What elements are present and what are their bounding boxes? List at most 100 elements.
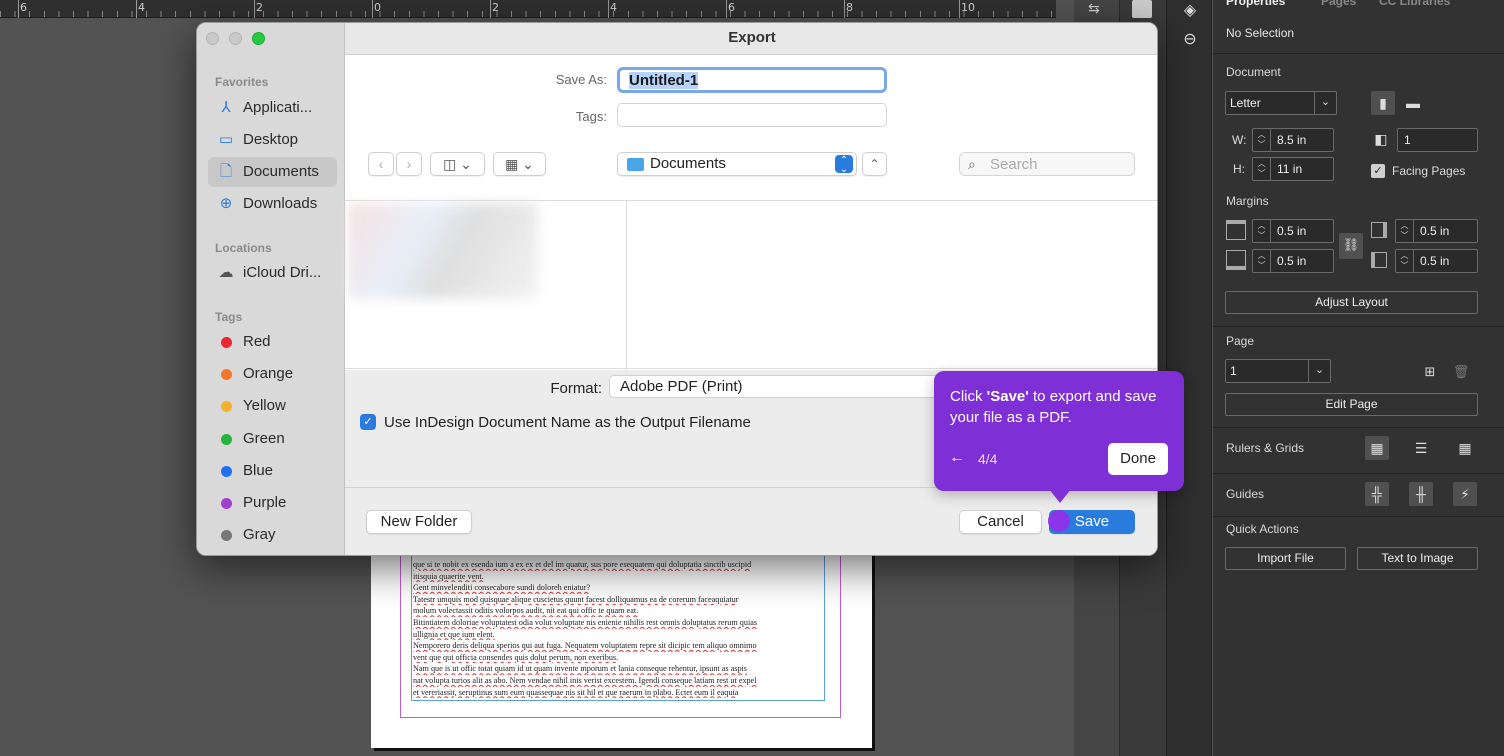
cc-library-icon[interactable] — [1132, 0, 1152, 18]
stepper-icon[interactable]: ︿ ﹀ — [1253, 220, 1271, 242]
landscape-orientation-icon[interactable]: ▬ — [1401, 91, 1425, 115]
text-to-image-button[interactable]: Text to Image — [1357, 547, 1478, 570]
format-select[interactable]: Adobe PDF (Print) — [609, 375, 939, 398]
finder-sidebar: Favorites ⅄ Applicati... ▭ Desktop 🗋 Doc… — [197, 23, 345, 555]
done-button[interactable]: Done — [1108, 443, 1168, 475]
tab-properties[interactable]: Properties — [1226, 0, 1285, 8]
guides-icon[interactable]: ╬ — [1365, 482, 1389, 506]
format-label: Format: — [550, 380, 602, 397]
view-mode-button[interactable]: ◫ ⌄ — [430, 152, 485, 176]
sidebar-item-applications[interactable]: ⅄ Applicati... — [208, 93, 337, 123]
ruler-label: 4 — [610, 1, 617, 14]
sidebar-tag-orange[interactable]: Orange — [208, 359, 337, 389]
cancel-button[interactable]: Cancel — [959, 510, 1042, 534]
margin-bottom-icon — [1226, 250, 1246, 270]
save-as-input[interactable]: Untitled-1 — [617, 67, 887, 93]
portrait-orientation-icon[interactable]: ▮ — [1371, 91, 1395, 115]
ruler-label: 6 — [20, 1, 27, 14]
zoom-window-button[interactable] — [252, 32, 265, 45]
text-line: ullignia et que ium elent. — [413, 629, 495, 639]
ruler-label: 2 — [492, 1, 499, 14]
sidebar-item-label: Red — [243, 333, 271, 350]
add-page-icon[interactable]: ⊞ — [1418, 360, 1442, 384]
new-folder-button[interactable]: New Folder — [366, 510, 472, 534]
ruler-label: 0 — [374, 1, 381, 14]
panel-icon[interactable]: ⇆ — [1088, 0, 1106, 18]
ruler-label: 6 — [728, 1, 735, 14]
text-line: Nemporero deris deliqua sperios qui aut … — [413, 641, 757, 651]
sidebar-item-documents[interactable]: 🗋 Documents — [208, 157, 337, 187]
sidebar-item-downloads[interactable]: ⊕ Downloads — [208, 189, 337, 219]
group-by-button[interactable]: ▦ ⌄ — [493, 152, 546, 176]
page-select[interactable]: 1 ⌄ — [1225, 359, 1331, 383]
edit-page-button[interactable]: Edit Page — [1225, 393, 1478, 416]
stepper-icon[interactable]: ︿ ﹀ — [1253, 250, 1271, 272]
sidebar-tag-green[interactable]: Green — [208, 424, 337, 454]
forward-button[interactable]: › — [396, 152, 422, 176]
tag-color-dot — [221, 337, 232, 348]
page-section-title: Page — [1226, 334, 1255, 348]
tab-cc-libraries[interactable]: CC Libraries — [1379, 0, 1450, 8]
ruler-label: 2 — [256, 1, 263, 14]
adjust-layout-button[interactable]: Adjust Layout — [1225, 291, 1478, 314]
search-placeholder: Search — [990, 156, 1038, 173]
ruler-major-tick — [844, 0, 845, 18]
file-browser[interactable] — [345, 200, 1157, 370]
baseline-grid-icon[interactable]: ☰ — [1409, 436, 1433, 460]
sidebar-tag-blue[interactable]: Blue — [208, 456, 337, 486]
link-margins-icon[interactable]: ⛓ — [1339, 233, 1363, 259]
facing-pages-checkbox[interactable]: ✓ — [1371, 164, 1385, 178]
back-button[interactable]: ‹ — [368, 152, 394, 176]
margin-top-icon — [1226, 220, 1246, 240]
import-file-button[interactable]: Import File — [1225, 547, 1346, 570]
sidebar-item-desktop[interactable]: ▭ Desktop — [208, 125, 337, 155]
height-field[interactable]: ︿ ﹀ 11 in — [1252, 157, 1334, 181]
tags-header: Tags — [215, 310, 243, 324]
location-select[interactable]: Documents ⌃ ⌄ — [617, 152, 857, 176]
search-input[interactable]: ⌕ Search — [959, 152, 1135, 176]
stepper-icon[interactable]: ︿ ﹀ — [1253, 129, 1271, 151]
sidebar-item-label: Desktop — [243, 131, 299, 148]
tags-input[interactable] — [617, 103, 887, 127]
downloads-icon: ⊕ — [219, 195, 233, 212]
sidebar-item-label: Blue — [243, 462, 274, 479]
smart-guides-icon[interactable]: ⚡ — [1453, 482, 1477, 506]
tab-pages[interactable]: Pages — [1321, 0, 1356, 8]
sidebar-item-icloud-drive[interactable]: ☁ iCloud Dri... — [208, 258, 337, 288]
minimize-window-button[interactable] — [229, 32, 242, 45]
column-divider[interactable] — [626, 201, 627, 370]
height-value: 11 in — [1277, 162, 1303, 176]
sidebar-tag-yellow[interactable]: Yellow — [208, 391, 337, 421]
ruler-icon[interactable]: ▦ — [1365, 436, 1389, 460]
margin-inside-field[interactable]: ︿ ﹀ 0.5 in — [1395, 219, 1478, 243]
ruler-major-tick — [959, 0, 960, 18]
document-body-text[interactable]: que si te nobit ex esenda ium a ex ex et… — [413, 559, 825, 698]
collapse-button[interactable]: ⌃ — [862, 152, 887, 176]
page-size-select[interactable]: Letter ⌄ — [1225, 91, 1337, 115]
close-window-button[interactable] — [206, 32, 219, 45]
lock-guides-icon[interactable]: ╫ — [1409, 482, 1433, 506]
stepper-icon[interactable]: ︿ ﹀ — [1253, 158, 1271, 180]
sidebar-item-label: Downloads — [243, 195, 318, 212]
ruler-major-tick — [18, 0, 19, 18]
margin-outside-field[interactable]: ︿ ﹀ 0.5 in — [1395, 249, 1478, 273]
width-field[interactable]: ︿ ﹀ 8.5 in — [1252, 128, 1334, 152]
links-icon[interactable]: ⊖ — [1179, 29, 1201, 51]
divider — [1213, 473, 1504, 474]
back-arrow-icon[interactable]: ← — [949, 449, 965, 467]
margin-top-field[interactable]: ︿ ﹀ 0.5 in — [1252, 219, 1334, 243]
stepper-icon[interactable]: ︿ ﹀ — [1396, 220, 1414, 242]
number-of-pages-field[interactable]: 1 — [1397, 128, 1478, 152]
stepper-icon[interactable]: ︿ ﹀ — [1396, 250, 1414, 272]
layers-icon[interactable]: ◈ — [1179, 0, 1201, 22]
sidebar-tag-red[interactable]: Red — [208, 327, 337, 357]
delete-page-icon[interactable]: 🗑 — [1449, 360, 1473, 384]
sidebar-tag-purple[interactable]: Purple — [208, 488, 337, 518]
document-grid-icon[interactable]: ▦ — [1453, 436, 1477, 460]
sidebar-item-label: Documents — [243, 163, 319, 180]
sidebar-tag-gray[interactable]: Gray — [208, 520, 337, 550]
margin-outside-value: 0.5 in — [1420, 254, 1450, 268]
ruler-major-tick — [490, 0, 491, 18]
margin-bottom-field[interactable]: ︿ ﹀ 0.5 in — [1252, 249, 1334, 273]
use-document-name-checkbox[interactable]: ✓ — [360, 414, 376, 430]
